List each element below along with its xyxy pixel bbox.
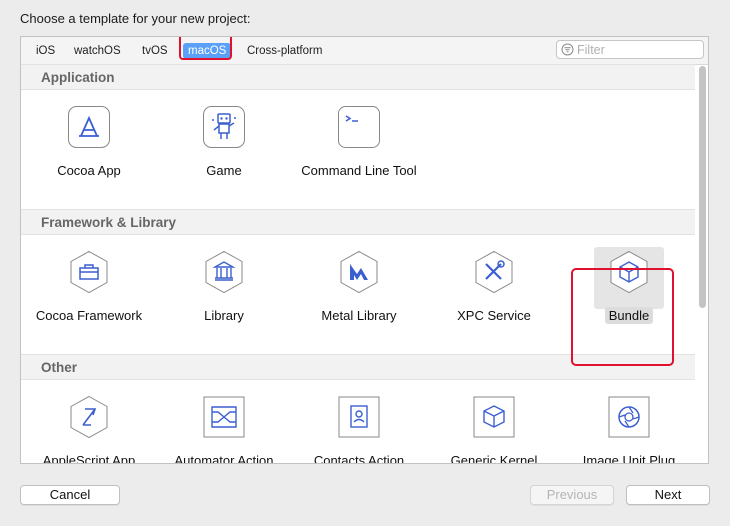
filter-input[interactable] bbox=[577, 41, 697, 58]
section-header-application: Application bbox=[21, 64, 695, 90]
toolbox-icon bbox=[70, 250, 108, 294]
template-label: AppleScript App bbox=[42, 453, 136, 463]
tab-cross-platform[interactable]: Cross-platform bbox=[242, 43, 327, 59]
template-label: Game bbox=[206, 163, 242, 178]
game-robot-icon bbox=[203, 106, 245, 148]
bundle-box-icon bbox=[610, 250, 648, 294]
tab-ios[interactable]: iOS bbox=[31, 43, 60, 59]
tools-icon bbox=[475, 250, 513, 294]
template-panel: iOS watchOS tvOS macOS Cross-platform Ap… bbox=[20, 36, 709, 464]
library-building-icon bbox=[205, 250, 243, 294]
template-label: Cocoa Framework bbox=[35, 308, 143, 323]
platform-tab-bar: iOS watchOS tvOS macOS Cross-platform bbox=[21, 37, 708, 65]
section-header-other: Other bbox=[21, 354, 695, 380]
template-list[interactable]: Application Cocoa App Game Command Line … bbox=[21, 64, 708, 463]
kernel-box-icon bbox=[473, 396, 515, 438]
template-label: XPC Service bbox=[457, 308, 531, 323]
template-label: Image Unit Plug bbox=[582, 453, 676, 463]
automator-icon bbox=[203, 396, 245, 438]
next-button[interactable]: Next bbox=[626, 485, 710, 505]
template-label: Bundle bbox=[561, 307, 697, 324]
contacts-icon bbox=[338, 396, 380, 438]
filter-field[interactable] bbox=[556, 40, 704, 59]
template-chooser-heading: Choose a template for your new project: bbox=[20, 11, 251, 26]
template-label: Contacts Action bbox=[313, 453, 405, 463]
template-label-text: Bundle bbox=[604, 307, 654, 324]
filter-icon bbox=[561, 43, 574, 56]
template-label: Cocoa App bbox=[57, 163, 121, 178]
tab-watchos[interactable]: watchOS bbox=[69, 43, 126, 59]
template-label: Generic Kernel bbox=[450, 453, 538, 463]
applescript-icon bbox=[70, 395, 108, 439]
aperture-icon bbox=[608, 396, 650, 438]
template-label: Automator Action bbox=[174, 453, 274, 463]
cancel-button[interactable]: Cancel bbox=[20, 485, 120, 505]
template-label: Command Line Tool bbox=[301, 163, 417, 178]
template-label: Metal Library bbox=[321, 308, 397, 323]
vertical-scrollbar[interactable] bbox=[698, 66, 707, 308]
tab-macos[interactable]: macOS bbox=[183, 43, 232, 59]
template-label: Library bbox=[204, 308, 244, 323]
tab-tvos[interactable]: tvOS bbox=[137, 43, 173, 59]
scrollbar-thumb[interactable] bbox=[699, 66, 706, 308]
previous-button[interactable]: Previous bbox=[530, 485, 614, 505]
section-header-framework-library: Framework & Library bbox=[21, 209, 695, 235]
app-store-icon bbox=[68, 106, 110, 148]
terminal-icon bbox=[338, 106, 380, 148]
metal-icon bbox=[340, 250, 378, 294]
